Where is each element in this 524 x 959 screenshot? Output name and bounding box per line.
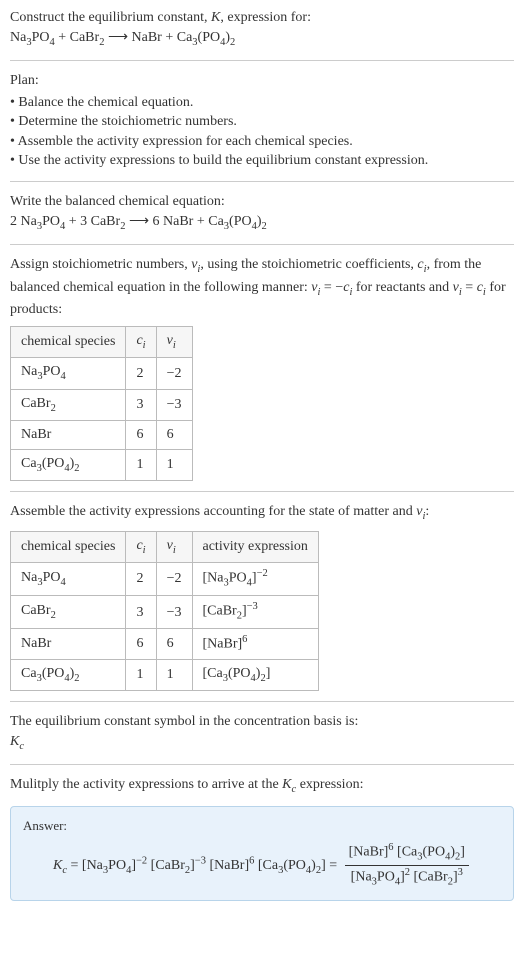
- plan-item: Assemble the activity expression for eac…: [10, 132, 514, 152]
- cell: −2: [156, 358, 192, 389]
- cell: Ca3(PO4)2: [11, 449, 126, 480]
- cell: CaBr2: [11, 596, 126, 629]
- table-header-row: chemical species ci νi: [11, 326, 193, 357]
- cell: −2: [156, 563, 192, 596]
- cell: 2: [126, 563, 156, 596]
- plan-list: Balance the chemical equation. Determine…: [10, 93, 514, 171]
- cell: 1: [156, 659, 192, 690]
- cell: NaBr: [11, 629, 126, 659]
- plan-section: Plan: Balance the chemical equation. Det…: [10, 71, 514, 171]
- intro-line: Construct the equilibrium constant, K, e…: [10, 8, 514, 28]
- symbol-line1: The equilibrium constant symbol in the c…: [10, 712, 514, 732]
- cell: −3: [156, 389, 192, 420]
- table-row: CaBr2 3 −3 [CaBr2]−3: [11, 596, 319, 629]
- intro-section: Construct the equilibrium constant, K, e…: [10, 8, 514, 50]
- cell: 1: [156, 449, 192, 480]
- intro-equation: Na3PO4 + CaBr2 ⟶ NaBr + Ca3(PO4)2: [10, 28, 514, 50]
- plan-item: Balance the chemical equation.: [10, 93, 514, 113]
- symbol-line2: Kc: [10, 732, 514, 754]
- divider: [10, 60, 514, 61]
- divider: [10, 491, 514, 492]
- table-row: CaBr2 3 −3: [11, 389, 193, 420]
- cell: −3: [156, 596, 192, 629]
- table-row: Na3PO4 2 −2: [11, 358, 193, 389]
- cell: 2: [126, 358, 156, 389]
- cell: [Na3PO4]−2: [192, 563, 318, 596]
- cell: 1: [126, 449, 156, 480]
- fraction-numerator: [NaBr]6 [Ca3(PO4)2]: [345, 841, 469, 866]
- cell: Na3PO4: [11, 563, 126, 596]
- cell: 6: [126, 421, 156, 450]
- cell: NaBr: [11, 421, 126, 450]
- table-header-row: chemical species ci νi activity expressi…: [11, 531, 319, 562]
- assign-section: Assign stoichiometric numbers, νi, using…: [10, 255, 514, 481]
- divider: [10, 764, 514, 765]
- plan-title: Plan:: [10, 71, 514, 91]
- balanced-section: Write the balanced chemical equation: 2 …: [10, 192, 514, 234]
- col-header: ci: [126, 326, 156, 357]
- assign-text: Assign stoichiometric numbers, νi, using…: [10, 255, 514, 320]
- table-row: Ca3(PO4)2 1 1: [11, 449, 193, 480]
- balanced-title: Write the balanced chemical equation:: [10, 192, 514, 212]
- answer-lhs: Kc = [Na3PO4]−2 [CaBr2]−3 [NaBr]6 [Ca3(P…: [53, 858, 341, 873]
- table-row: NaBr 6 6: [11, 421, 193, 450]
- fraction-denominator: [Na3PO4]2 [CaBr2]3: [345, 866, 469, 890]
- col-header: activity expression: [192, 531, 318, 562]
- col-header: chemical species: [11, 326, 126, 357]
- activity-section: Assemble the activity expressions accoun…: [10, 502, 514, 691]
- plan-item: Use the activity expressions to build th…: [10, 151, 514, 171]
- col-header: chemical species: [11, 531, 126, 562]
- answer-label: Answer:: [23, 817, 501, 835]
- table-row: Ca3(PO4)2 1 1 [Ca3(PO4)2]: [11, 659, 319, 690]
- cell: [CaBr2]−3: [192, 596, 318, 629]
- multiply-section: Mulitply the activity expressions to arr…: [10, 775, 514, 797]
- cell: 1: [126, 659, 156, 690]
- cell: [Ca3(PO4)2]: [192, 659, 318, 690]
- divider: [10, 181, 514, 182]
- cell: 6: [156, 629, 192, 659]
- cell: 3: [126, 596, 156, 629]
- divider: [10, 244, 514, 245]
- cell: Na3PO4: [11, 358, 126, 389]
- balanced-equation: 2 Na3PO4 + 3 CaBr2 ⟶ 6 NaBr + Ca3(PO4)2: [10, 212, 514, 234]
- cell: CaBr2: [11, 389, 126, 420]
- stoich-table: chemical species ci νi Na3PO4 2 −2 CaBr2…: [10, 326, 193, 482]
- activity-text: Assemble the activity expressions accoun…: [10, 502, 514, 524]
- answer-equation: Kc = [Na3PO4]−2 [CaBr2]−3 [NaBr]6 [Ca3(P…: [23, 841, 501, 890]
- cell: 6: [156, 421, 192, 450]
- divider: [10, 701, 514, 702]
- table-row: Na3PO4 2 −2 [Na3PO4]−2: [11, 563, 319, 596]
- col-header: νi: [156, 531, 192, 562]
- cell: Ca3(PO4)2: [11, 659, 126, 690]
- symbol-section: The equilibrium constant symbol in the c…: [10, 712, 514, 754]
- plan-item: Determine the stoichiometric numbers.: [10, 112, 514, 132]
- cell: 6: [126, 629, 156, 659]
- table-row: NaBr 6 6 [NaBr]6: [11, 629, 319, 659]
- cell: [NaBr]6: [192, 629, 318, 659]
- cell: 3: [126, 389, 156, 420]
- answer-box: Answer: Kc = [Na3PO4]−2 [CaBr2]−3 [NaBr]…: [10, 806, 514, 901]
- activity-table: chemical species ci νi activity expressi…: [10, 531, 319, 692]
- multiply-text: Mulitply the activity expressions to arr…: [10, 775, 514, 797]
- col-header: ci: [126, 531, 156, 562]
- answer-fraction: [NaBr]6 [Ca3(PO4)2][Na3PO4]2 [CaBr2]3: [345, 841, 469, 890]
- col-header: νi: [156, 326, 192, 357]
